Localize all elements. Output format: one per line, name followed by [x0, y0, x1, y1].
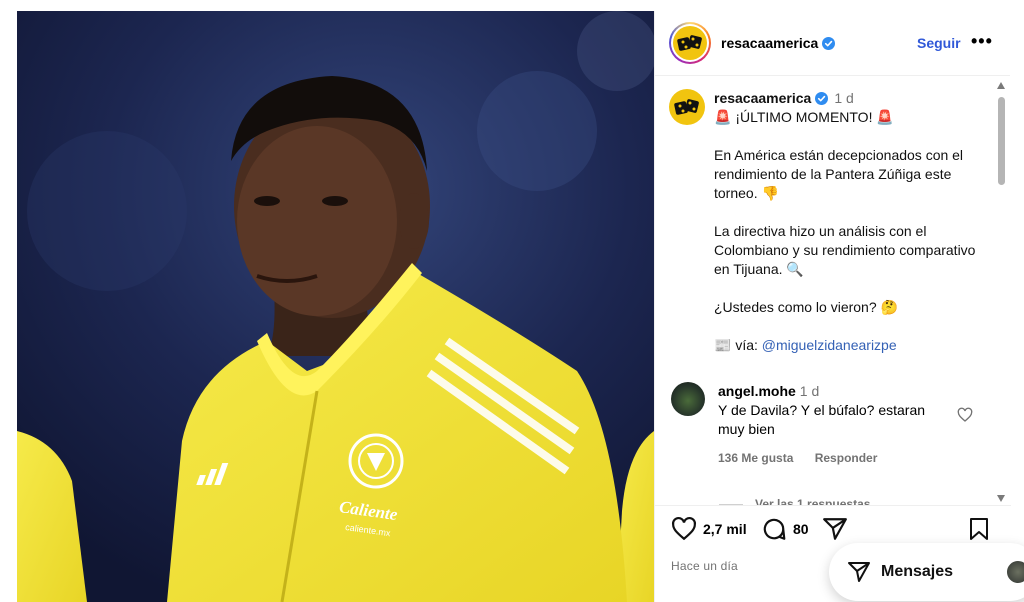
author-username[interactable]: resacaamerica	[721, 35, 818, 51]
more-options-icon[interactable]: •••	[971, 32, 993, 50]
follow-button[interactable]: Seguir	[917, 35, 961, 51]
comment-like-heart-icon[interactable]	[957, 407, 973, 423]
messages-button[interactable]: Mensajes	[829, 543, 1024, 601]
scroll-up-arrow-icon[interactable]	[997, 82, 1005, 89]
send-icon	[848, 562, 870, 582]
caption-username[interactable]: resacaamerica	[714, 90, 811, 106]
author-avatar[interactable]	[669, 22, 711, 64]
share-button[interactable]	[822, 516, 848, 542]
save-button[interactable]	[967, 516, 991, 542]
send-icon	[823, 518, 847, 540]
dice-logo-icon	[674, 99, 699, 115]
caption-time[interactable]: 1 d	[834, 90, 853, 106]
comments-scroll-area[interactable]: resacaamerica 1 d 🚨 ¡ÚLTIMO MOMENTO! 🚨 En…	[655, 77, 1011, 505]
post-date[interactable]: Hace un día	[671, 559, 738, 573]
heart-icon	[672, 516, 696, 541]
caption-source-prefix: 📰 vía:	[714, 337, 758, 353]
comment-bubble-icon	[763, 518, 786, 540]
caption-author-avatar[interactable]	[669, 89, 705, 125]
comments-scrollbar[interactable]	[996, 77, 1007, 505]
comment-reply-button[interactable]: Responder	[815, 451, 878, 465]
player-photo: Caliente caliente.mx	[17, 11, 654, 602]
comment-item: angel.mohe 1 d Y de Davila? Y el búfalo? …	[671, 382, 991, 468]
like-button[interactable]: 2,7 mil	[671, 516, 747, 542]
comment-text: Y de Davila? Y el búfalo? estaran muy bi…	[718, 402, 926, 437]
comment-button[interactable]: 80	[761, 516, 809, 542]
dice-logo-icon	[677, 35, 702, 51]
post-image[interactable]: Caliente caliente.mx	[17, 11, 654, 602]
view-replies-label: Ver las 1 respuestas	[755, 497, 871, 505]
post-caption: resacaamerica 1 d 🚨 ¡ÚLTIMO MOMENTO! 🚨 En…	[669, 89, 989, 355]
comment-username[interactable]: angel.mohe	[718, 383, 796, 399]
comments-count: 80	[793, 521, 809, 537]
caption-headline: 🚨 ¡ÚLTIMO MOMENTO! 🚨	[714, 109, 894, 125]
source-mention-link[interactable]: @miguelzidanearizpe	[762, 337, 897, 353]
messages-contact-avatar	[1005, 559, 1024, 585]
scroll-down-arrow-icon[interactable]	[997, 495, 1005, 502]
post-side-panel: resacaamerica Seguir ••• resacaamerica 1…	[654, 11, 1011, 602]
view-replies-button[interactable]: Ver las 1 respuestas	[719, 497, 870, 505]
post-header: resacaamerica Seguir •••	[655, 11, 1010, 76]
messages-label: Mensajes	[881, 563, 954, 580]
verified-badge-icon	[815, 92, 829, 105]
comment-time[interactable]: 1 d	[800, 383, 819, 399]
instagram-post-view: Caliente caliente.mx resacaamerica Segui…	[0, 0, 1024, 602]
caption-paragraph-1: En América están decepcionados con el re…	[714, 147, 964, 201]
comment-likes[interactable]: 136 Me gusta	[718, 451, 793, 465]
caption-paragraph-2: La directiva hizo un análisis con el Col…	[714, 223, 976, 277]
scrollbar-thumb[interactable]	[998, 97, 1005, 185]
caption-paragraph-3: ¿Ustedes como lo vieron? 🤔	[714, 299, 898, 315]
likes-count: 2,7 mil	[703, 521, 747, 537]
commenter-avatar[interactable]	[671, 382, 705, 416]
verified-badge-icon	[822, 36, 836, 50]
bookmark-icon	[970, 518, 988, 540]
